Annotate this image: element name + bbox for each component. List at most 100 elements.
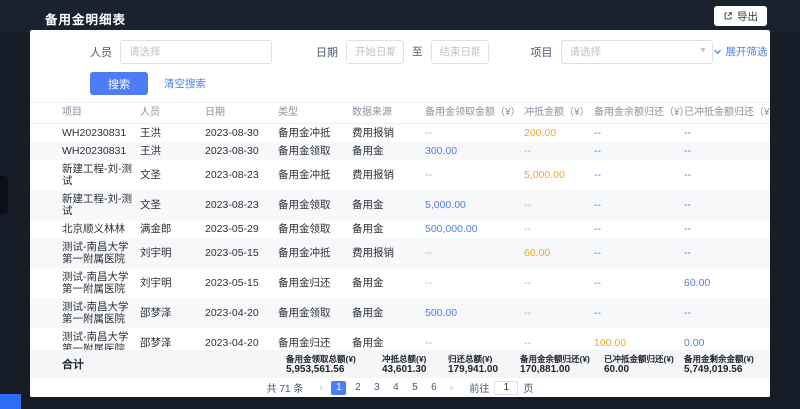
date-end-input[interactable]	[431, 40, 489, 64]
app-header: 备用金明细表 导出	[0, 0, 800, 32]
search-button[interactable]: 搜索	[90, 72, 148, 95]
cell-person: 文圣	[140, 196, 205, 214]
summary-item-value: 5,749,019.56	[684, 364, 762, 375]
cell-offset-returned: --	[684, 304, 770, 322]
summary-bar: 合计 备用金领取总额(¥)5,953,561.56冲抵总额(¥)43,601.3…	[30, 350, 770, 378]
cell-offset-returned: --	[684, 220, 770, 238]
page-jumper: 前往 页	[469, 380, 533, 395]
cell-balance-returned: --	[594, 304, 684, 322]
table-row: 新建工程-刘-测试文圣2023-08-23备用金领取备用金5,000.00---…	[30, 190, 770, 220]
cell-source: 费用报销	[352, 124, 425, 142]
cell-amount-received: --	[425, 274, 524, 292]
summary-item-label: 备用金余额归还(¥)	[520, 354, 596, 364]
cell-date: 2023-08-23	[205, 196, 278, 214]
cell-date: 2023-05-29	[205, 220, 278, 238]
goto-suffix: 页	[523, 380, 533, 395]
cell-type: 备用金领取	[278, 304, 352, 322]
cell-type: 备用金领取	[278, 220, 352, 238]
project-filter-select[interactable]: ▾	[561, 40, 713, 64]
column-header: 冲抵金额（¥）	[524, 107, 594, 119]
cell-offset-returned: --	[684, 244, 770, 262]
cell-project: 测试-南昌大学第一附属医院	[62, 268, 140, 298]
side-drawer-handle[interactable]	[0, 176, 8, 214]
goto-page-input[interactable]	[494, 381, 518, 395]
filter-actions: 搜索 清空搜索	[90, 72, 770, 95]
cell-person: 王洪	[140, 142, 205, 160]
cell-person: 文圣	[140, 166, 205, 184]
cell-type: 备用金冲抵	[278, 166, 352, 184]
cell-project: 北京顺义林林	[62, 220, 140, 238]
date-filter-label: 日期	[316, 44, 338, 60]
export-icon	[723, 11, 733, 21]
cell-date: 2023-08-23	[205, 166, 278, 184]
table-body: WH20230831王洪2023-08-30备用金冲抵费用报销--200.00-…	[30, 124, 770, 363]
date-start-input[interactable]	[346, 40, 404, 64]
cell-date: 2023-08-30	[205, 142, 278, 160]
person-filter-label: 人员	[90, 44, 112, 60]
cell-offset-returned: --	[684, 124, 770, 142]
cell-type: 备用金冲抵	[278, 244, 352, 262]
cell-amount-offset: --	[524, 142, 594, 160]
cell-date: 2023-05-15	[205, 274, 278, 292]
cell-source: 备用金	[352, 304, 425, 322]
expand-filters-label: 展开筛选	[726, 44, 768, 59]
page-button[interactable]: 4	[388, 381, 403, 395]
main-panel: 人员 日期 至 项目 ▾ 展开筛选 搜索 清空搜索 项目人员日期类型数据来源备用…	[30, 30, 770, 397]
summary-item-value: 5,953,561.56	[286, 364, 374, 375]
pager-prev-icon[interactable]: ‹	[315, 381, 327, 395]
cell-project: 测试-南昌大学第一附属医院	[62, 238, 140, 268]
summary-item: 备用金余额归还(¥)170,881.00	[516, 354, 600, 375]
column-header: 已冲抵金额归还（¥）	[684, 107, 770, 119]
detail-table: 项目人员日期类型数据来源备用金领取金额（¥）冲抵金额（¥）备用金余额归还（¥）已…	[30, 102, 770, 363]
person-filter-input[interactable]	[120, 40, 272, 64]
cell-balance-returned: --	[594, 142, 684, 160]
cell-amount-received: --	[425, 124, 524, 142]
page-button[interactable]: 6	[426, 381, 441, 395]
cell-source: 备用金	[352, 220, 425, 238]
pager-pages: 123456	[331, 381, 441, 395]
summary-item: 归还总额(¥)179,941.00	[444, 354, 516, 375]
page-button[interactable]: 1	[331, 381, 346, 395]
cell-balance-returned: --	[594, 124, 684, 142]
expand-filters-link[interactable]: 展开筛选	[713, 44, 768, 59]
cell-amount-received: --	[425, 166, 524, 184]
cell-amount-offset: --	[524, 274, 594, 292]
cell-amount-received: 500.00	[425, 304, 524, 322]
cell-offset-returned: --	[684, 166, 770, 184]
cell-person: 刘宇明	[140, 274, 205, 292]
cell-type: 备用金归还	[278, 274, 352, 292]
cell-source: 费用报销	[352, 244, 425, 262]
summary-item: 备用金剩余金额(¥)5,749,019.56	[680, 354, 766, 375]
cell-date: 2023-08-30	[205, 124, 278, 142]
summary-item-value: 60.00	[604, 364, 676, 375]
column-header: 备用金领取金额（¥）	[425, 107, 524, 119]
project-filter-input[interactable]	[561, 40, 713, 64]
project-filter-label: 项目	[531, 44, 553, 60]
table-row: 新建工程-刘-测试文圣2023-08-23备用金冲抵费用报销--5,000.00…	[30, 160, 770, 190]
cell-source: 备用金	[352, 142, 425, 160]
cell-project: 新建工程-刘-测试	[62, 160, 140, 190]
chevron-expand-icon	[713, 47, 722, 56]
cell-person: 刘宇明	[140, 244, 205, 262]
cell-amount-received: 500,000.00	[425, 220, 524, 238]
total-count: 共 71 条	[267, 380, 304, 395]
export-button[interactable]: 导出	[714, 6, 767, 26]
export-button-label: 导出	[737, 9, 758, 24]
column-header: 备用金余额归还（¥）	[594, 107, 684, 119]
page-button[interactable]: 2	[350, 381, 365, 395]
cell-amount-offset: --	[524, 220, 594, 238]
cell-offset-returned: --	[684, 142, 770, 160]
page-button[interactable]: 3	[369, 381, 384, 395]
summary-item-label: 备用金领取总额(¥)	[286, 354, 374, 364]
cell-amount-offset: 200.00	[524, 124, 594, 142]
cell-source: 备用金	[352, 196, 425, 214]
cell-amount-offset: --	[524, 196, 594, 214]
cell-balance-returned: --	[594, 166, 684, 184]
column-header: 日期	[205, 107, 278, 119]
clear-search-link[interactable]: 清空搜索	[164, 76, 206, 91]
column-header: 数据来源	[352, 107, 425, 119]
pager-next-icon[interactable]: ›	[445, 381, 457, 395]
cell-amount-offset: 60.00	[524, 244, 594, 262]
corner-accent	[0, 394, 21, 409]
page-button[interactable]: 5	[407, 381, 422, 395]
